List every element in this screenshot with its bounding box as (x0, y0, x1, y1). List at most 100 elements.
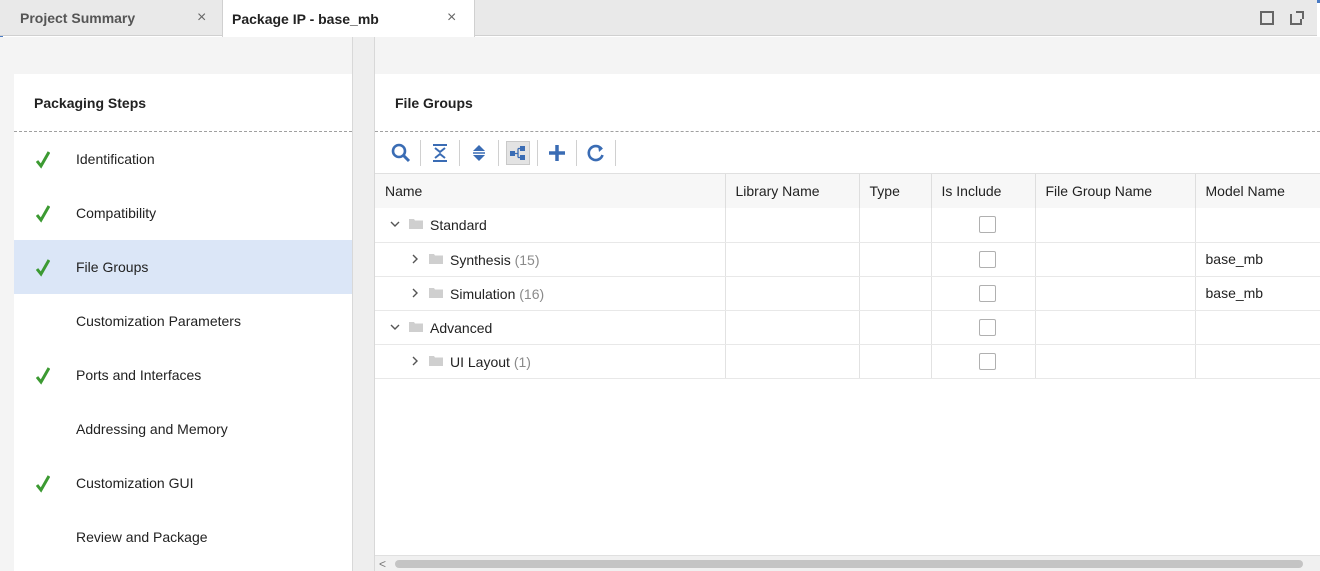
column-header-model-name[interactable]: Model Name (1195, 174, 1320, 208)
column-header-type[interactable]: Type (859, 174, 932, 208)
is-include-cell (931, 276, 1036, 311)
packaging-steps-pane: Packaging Steps Identification Compatibi… (14, 74, 352, 571)
table-row[interactable]: Simulation (16) base_mb (375, 276, 1320, 311)
step-ports-and-interfaces[interactable]: Ports and Interfaces (14, 348, 352, 402)
expand-all-icon (473, 144, 485, 161)
file-group-name-cell (1035, 242, 1196, 277)
row-label: Synthesis (15) (450, 252, 540, 268)
file-group-name-cell (1035, 310, 1196, 345)
step-compatibility[interactable]: Compatibility (14, 186, 352, 240)
step-identification[interactable]: Identification (14, 132, 352, 186)
search-button[interactable] (389, 141, 413, 165)
name-cell[interactable]: Advanced (375, 310, 726, 345)
column-header-library-name[interactable]: Library Name (725, 174, 860, 208)
step-review-and-package[interactable]: Review and Package (14, 510, 352, 564)
type-cell (859, 276, 932, 311)
name-cell[interactable]: Standard (375, 208, 726, 243)
step-label: File Groups (76, 259, 149, 275)
folder-icon (429, 253, 443, 264)
chevron-down-icon[interactable] (389, 321, 401, 333)
tab-package-ip[interactable]: Package IP - base_mb × (222, 0, 475, 37)
check-icon (36, 259, 50, 277)
group-name: Synthesis (450, 251, 511, 268)
toolbar-separator (576, 139, 577, 166)
refresh-button[interactable] (584, 141, 608, 165)
step-addressing-and-memory[interactable]: Addressing and Memory (14, 402, 352, 456)
row-label: Advanced (430, 320, 492, 336)
file-group-name-cell (1035, 344, 1196, 379)
close-icon[interactable]: × (197, 9, 206, 27)
group-name: Simulation (450, 285, 516, 302)
refresh-icon (587, 144, 604, 161)
name-cell[interactable]: Simulation (16) (375, 276, 726, 311)
step-label: Review and Package (76, 529, 208, 545)
pane-title: File Groups (375, 74, 1320, 132)
expand-all-button[interactable] (467, 141, 491, 165)
hierarchy-toggle-button[interactable] (506, 140, 530, 165)
column-header-is-include[interactable]: Is Include (931, 174, 1036, 208)
file-group-name-cell (1035, 208, 1196, 243)
step-customization-parameters[interactable]: Customization Parameters (14, 294, 352, 348)
chevron-right-icon[interactable] (409, 355, 421, 367)
column-header-file-group-name[interactable]: File Group Name (1035, 174, 1196, 208)
step-label: Customization Parameters (76, 313, 241, 329)
file-count: (1) (513, 353, 531, 370)
chevron-right-icon[interactable] (409, 287, 421, 299)
step-label: Addressing and Memory (76, 421, 228, 437)
row-label: UI Layout (1) (450, 354, 531, 370)
column-header-name[interactable]: Name (375, 174, 726, 208)
toolbar-separator (420, 139, 421, 166)
row-label: Standard (430, 217, 487, 233)
check-icon (36, 205, 50, 223)
tab-project-summary[interactable]: Project Summary × (0, 0, 222, 36)
left-gutter (0, 37, 14, 571)
type-cell (859, 242, 932, 277)
library-name-cell (725, 344, 860, 379)
step-label: Compatibility (76, 205, 157, 221)
tab-bar: Project Summary × Package IP - base_mb × (0, 0, 1317, 37)
is-include-checkbox[interactable] (978, 352, 996, 370)
pane-title: Packaging Steps (14, 74, 352, 132)
hierarchy-icon (510, 145, 525, 160)
type-cell (859, 310, 932, 345)
is-include-cell (931, 242, 1036, 277)
is-include-checkbox[interactable] (978, 284, 996, 302)
file-count: (16) (519, 285, 545, 302)
collapse-all-button[interactable] (428, 141, 452, 165)
step-customization-gui[interactable]: Customization GUI (14, 456, 352, 510)
step-file-groups[interactable]: File Groups (14, 240, 352, 294)
library-name-cell (725, 310, 860, 345)
folder-icon (429, 287, 443, 298)
float-icon[interactable] (1290, 11, 1304, 25)
is-include-cell (931, 310, 1036, 345)
is-include-checkbox[interactable] (978, 318, 996, 336)
folder-icon (429, 355, 443, 366)
toolbar-separator (615, 139, 616, 166)
is-include-checkbox[interactable] (978, 250, 996, 268)
scrollbar-thumb[interactable] (395, 560, 1303, 568)
tab-label: Project Summary (20, 10, 136, 26)
toolbar-separator (537, 139, 538, 166)
chevron-right-icon[interactable] (409, 253, 421, 265)
steps-list: Identification Compatibility File Groups… (14, 132, 352, 564)
table-body: Standard Synthesis (15) base_mb Simulation… (375, 208, 1320, 379)
close-icon[interactable]: × (447, 9, 456, 27)
is-include-checkbox[interactable] (978, 216, 996, 234)
step-label: Customization GUI (76, 475, 194, 491)
name-cell[interactable]: UI Layout (1) (375, 344, 726, 379)
table-row[interactable]: Standard (375, 208, 1320, 243)
pane-splitter[interactable] (352, 37, 375, 571)
scroll-left-icon[interactable]: < (379, 557, 386, 571)
table-row[interactable]: Synthesis (15) base_mb (375, 242, 1320, 277)
top-gutter (0, 37, 1320, 74)
table-row[interactable]: Advanced (375, 310, 1320, 345)
maximize-icon[interactable] (1260, 11, 1274, 25)
row-label: Simulation (16) (450, 286, 544, 302)
table-row[interactable]: UI Layout (1) (375, 344, 1320, 379)
group-name: Advanced (430, 319, 493, 336)
horizontal-scrollbar[interactable]: < (375, 555, 1320, 571)
add-button[interactable] (545, 141, 569, 165)
name-cell[interactable]: Synthesis (15) (375, 242, 726, 277)
add-icon (549, 144, 565, 161)
chevron-down-icon[interactable] (389, 218, 401, 230)
